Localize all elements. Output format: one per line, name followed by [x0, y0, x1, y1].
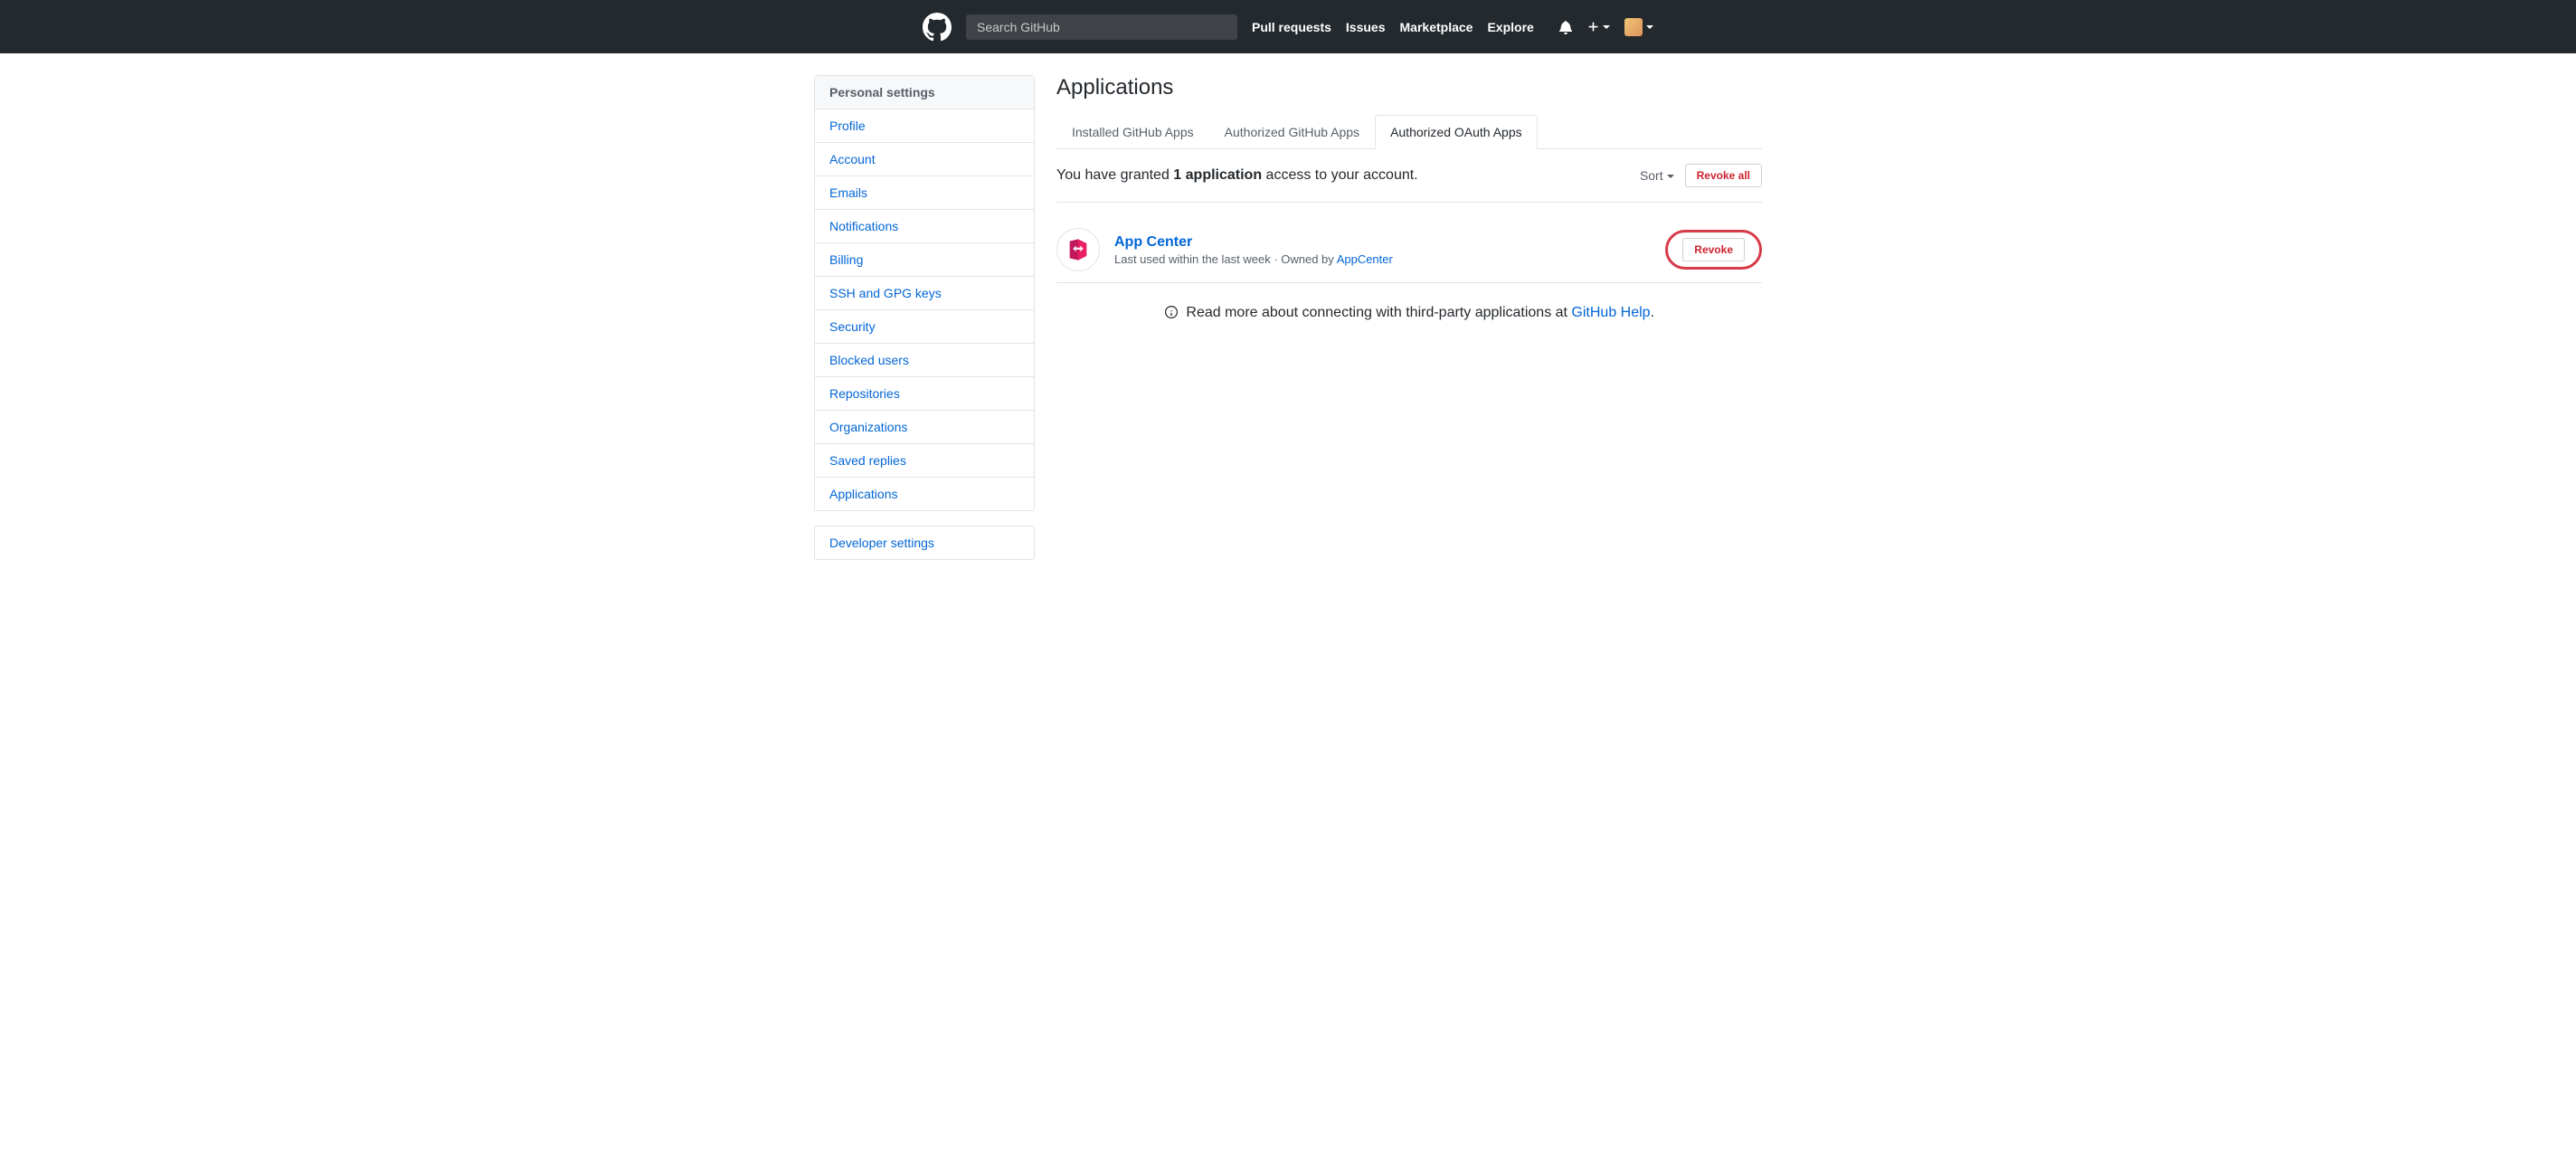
- sidebar-item-blocked-users[interactable]: Blocked users: [815, 344, 1034, 377]
- sidebar-item-organizations[interactable]: Organizations: [815, 411, 1034, 444]
- sidebar-item-security[interactable]: Security: [815, 310, 1034, 344]
- github-logo[interactable]: [923, 13, 952, 42]
- user-menu-dropdown[interactable]: [1624, 18, 1653, 36]
- sidebar-heading: Personal settings: [815, 76, 1034, 109]
- page-title: Applications: [1056, 75, 1762, 100]
- search-input[interactable]: [966, 14, 1237, 40]
- sidebar-item-emails[interactable]: Emails: [815, 176, 1034, 210]
- revoke-all-button[interactable]: Revoke all: [1685, 164, 1762, 187]
- revoke-button[interactable]: Revoke: [1682, 238, 1745, 261]
- app-name-link[interactable]: App Center: [1114, 234, 1192, 250]
- global-header: Pull requests Issues Marketplace Explore: [0, 0, 2576, 53]
- tab-authorized-github-apps[interactable]: Authorized GitHub Apps: [1209, 115, 1375, 148]
- revoke-highlight: Revoke: [1665, 230, 1762, 270]
- notifications-icon[interactable]: [1558, 20, 1573, 34]
- grant-summary: You have granted 1 application access to…: [1056, 167, 1418, 184]
- settings-sidebar: Personal settings Profile Account Emails…: [814, 75, 1035, 574]
- oauth-app-row: App Center Last used within the last wee…: [1056, 217, 1762, 283]
- sort-dropdown[interactable]: Sort: [1640, 168, 1674, 183]
- avatar: [1624, 18, 1643, 36]
- sidebar-item-billing[interactable]: Billing: [815, 243, 1034, 277]
- sidebar-item-developer-settings[interactable]: Developer settings: [815, 527, 1034, 559]
- nav-explore[interactable]: Explore: [1487, 20, 1533, 34]
- app-icon: [1056, 228, 1100, 271]
- primary-nav: Pull requests Issues Marketplace Explore: [1252, 20, 1534, 34]
- nav-pull-requests[interactable]: Pull requests: [1252, 20, 1331, 34]
- tab-nav: Installed GitHub Apps Authorized GitHub …: [1056, 115, 1762, 149]
- sidebar-item-profile[interactable]: Profile: [815, 109, 1034, 143]
- github-help-link[interactable]: GitHub Help: [1571, 305, 1650, 320]
- main-content: Applications Installed GitHub Apps Autho…: [1056, 75, 1762, 574]
- nav-marketplace[interactable]: Marketplace: [1400, 20, 1473, 34]
- help-text: Read more about connecting with third-pa…: [1056, 305, 1762, 321]
- sidebar-item-ssh-gpg[interactable]: SSH and GPG keys: [815, 277, 1034, 310]
- tab-authorized-oauth-apps[interactable]: Authorized OAuth Apps: [1375, 115, 1538, 149]
- app-owner-link[interactable]: AppCenter: [1337, 252, 1393, 266]
- create-new-dropdown[interactable]: [1587, 21, 1610, 33]
- info-icon: [1164, 306, 1179, 320]
- sidebar-item-saved-replies[interactable]: Saved replies: [815, 444, 1034, 478]
- app-meta: Last used within the last week · Owned b…: [1114, 252, 1665, 266]
- sidebar-item-account[interactable]: Account: [815, 143, 1034, 176]
- tab-installed-apps[interactable]: Installed GitHub Apps: [1056, 115, 1209, 148]
- sidebar-item-repositories[interactable]: Repositories: [815, 377, 1034, 411]
- sidebar-item-notifications[interactable]: Notifications: [815, 210, 1034, 243]
- sidebar-item-applications[interactable]: Applications: [815, 478, 1034, 510]
- nav-issues[interactable]: Issues: [1346, 20, 1386, 34]
